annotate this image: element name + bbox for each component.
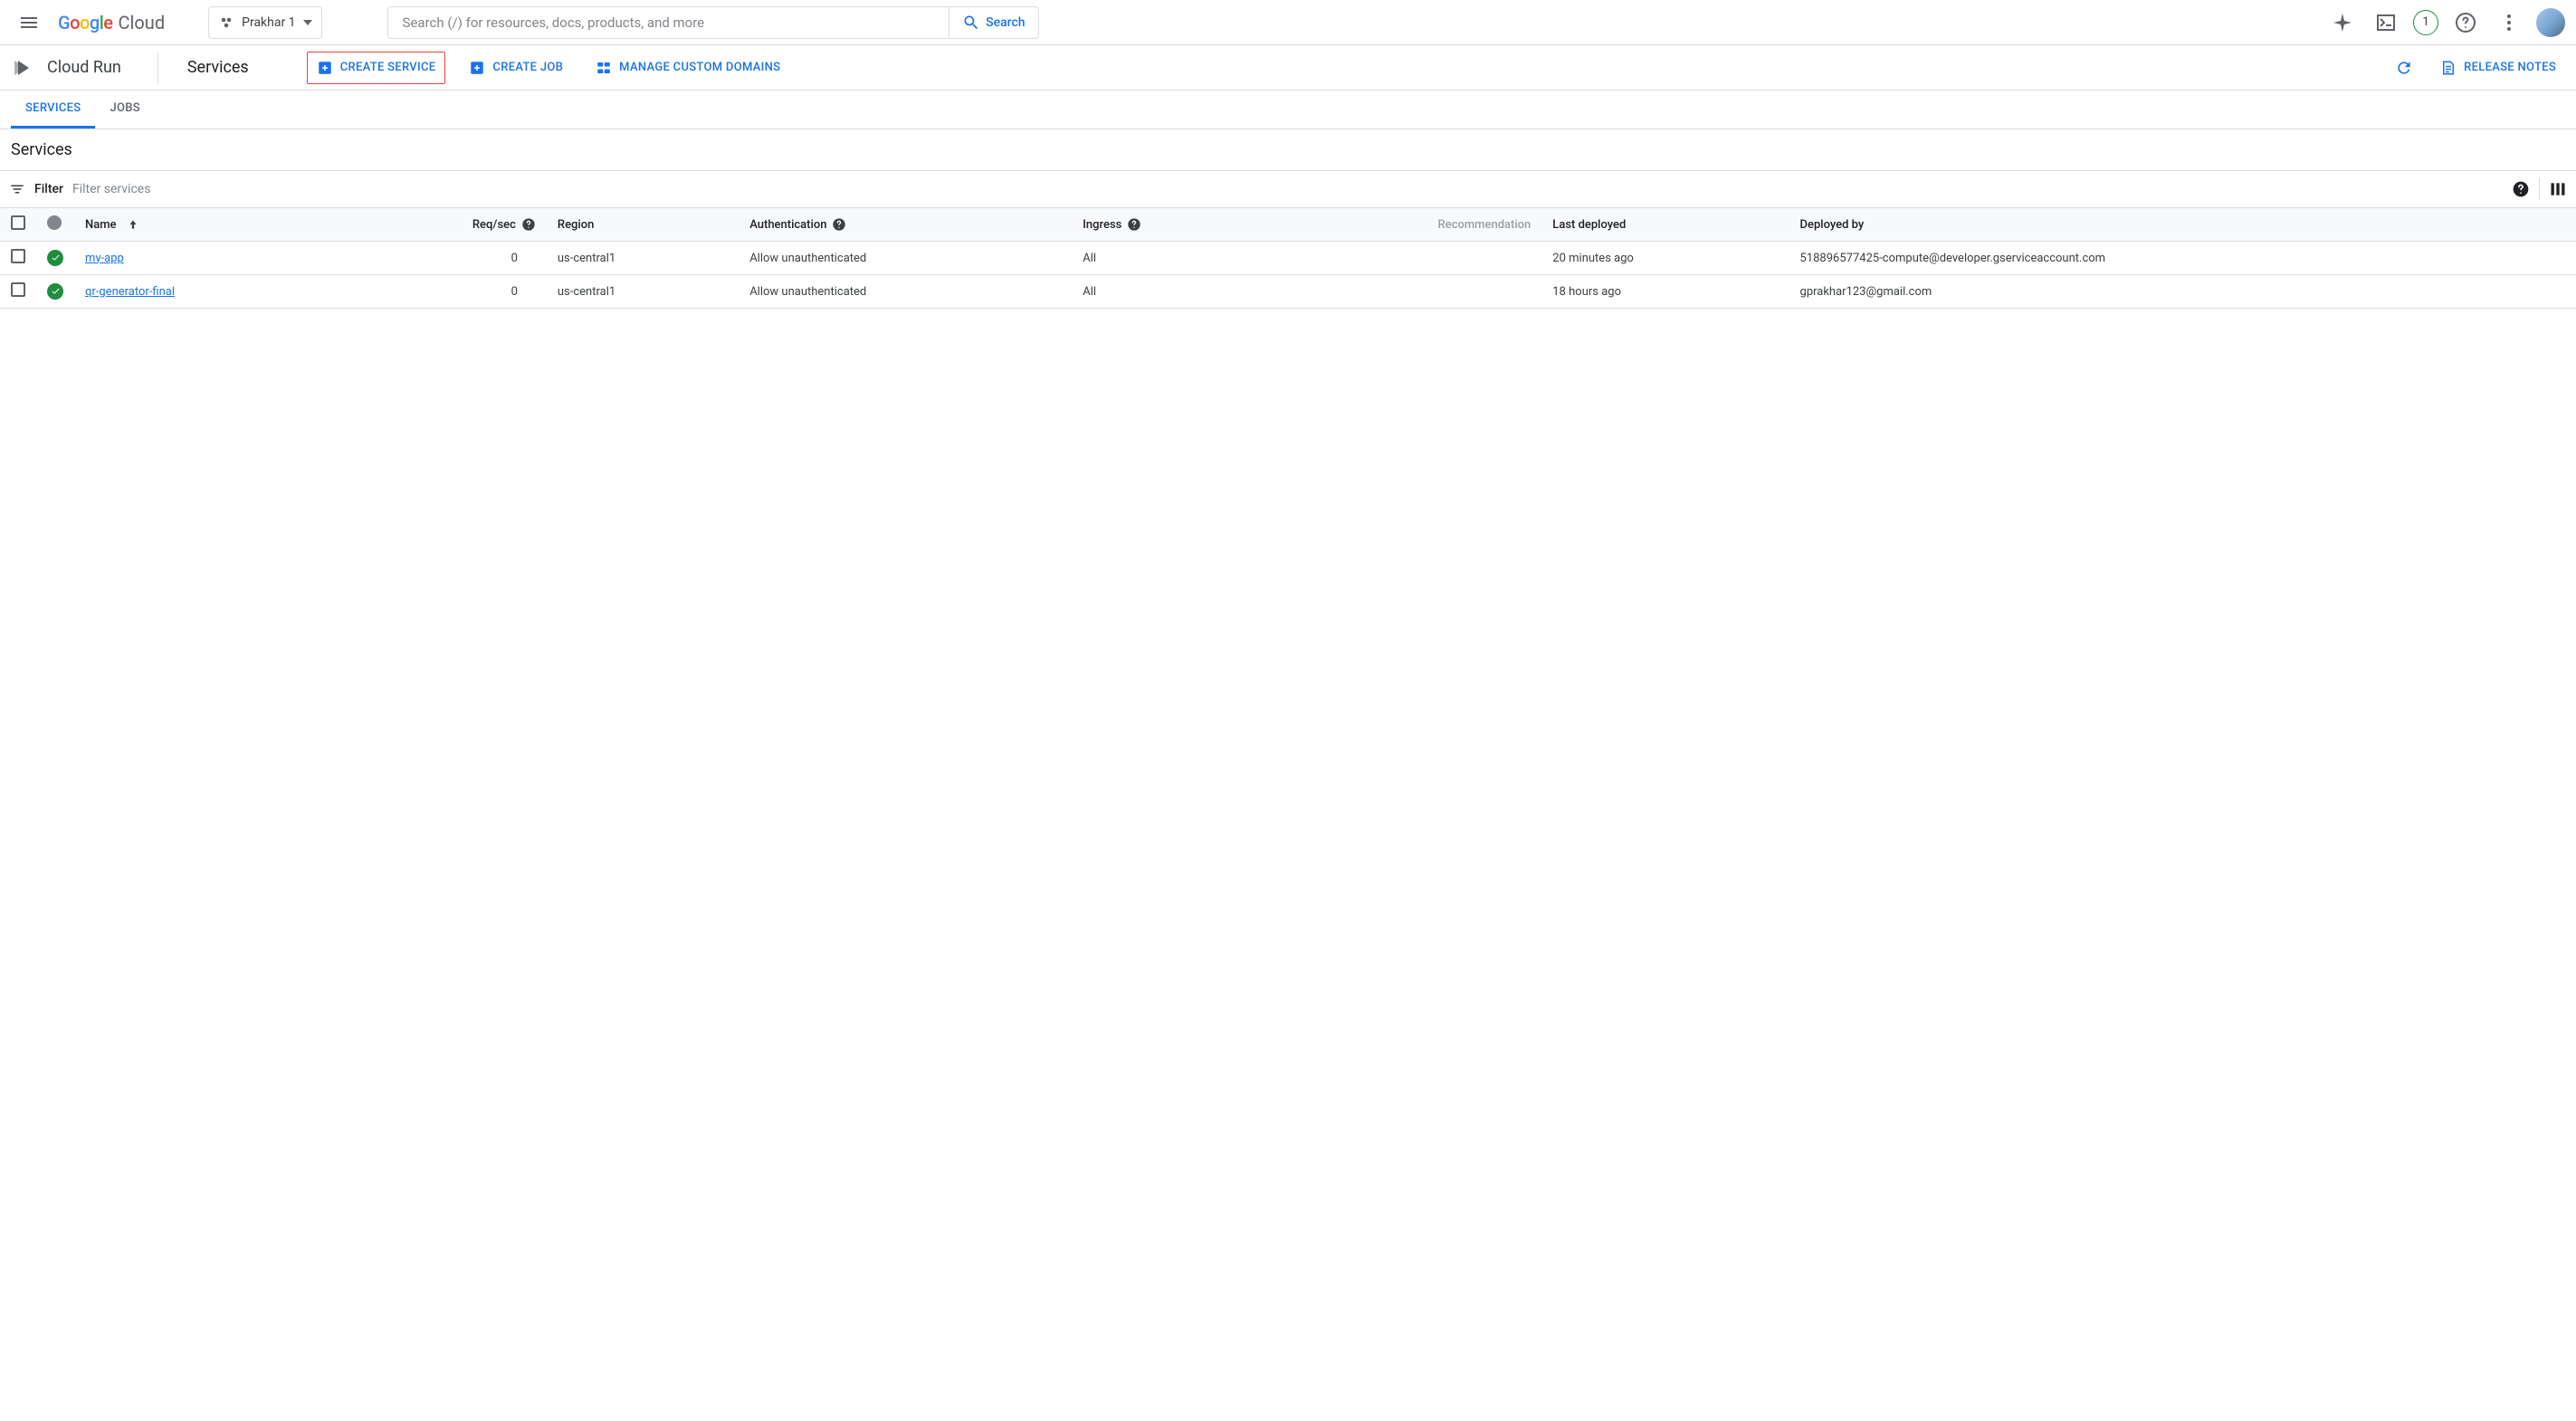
- column-name[interactable]: Name: [74, 208, 342, 242]
- divider: [2539, 178, 2540, 200]
- row-checkbox[interactable]: [11, 249, 25, 263]
- service-name-link[interactable]: qr-generator-final: [85, 285, 175, 299]
- search-input[interactable]: [387, 6, 949, 39]
- filter-input[interactable]: [72, 182, 2503, 196]
- search-container: Search: [387, 6, 1039, 39]
- cell-deployed-by: gprakhar123@gmail.com: [1789, 275, 2576, 309]
- plus-icon: [317, 60, 333, 76]
- cell-auth: Allow unauthenticated: [739, 242, 1072, 275]
- table-row: qr-generator-final 0 us-central1 Allow u…: [0, 275, 2576, 309]
- google-logo-text: Google: [58, 12, 113, 33]
- cell-req-sec: 0: [342, 275, 547, 309]
- search-button-label: Search: [986, 15, 1025, 30]
- search-button[interactable]: Search: [949, 6, 1038, 39]
- cloud-shell-icon[interactable]: [2370, 6, 2402, 39]
- create-job-button[interactable]: CREATE JOB: [460, 52, 572, 83]
- cloud-logo-text: Cloud: [119, 12, 166, 33]
- column-deployed-by[interactable]: Deployed by: [1789, 208, 2576, 242]
- column-req-sec[interactable]: Req/sec: [342, 208, 547, 242]
- status-header: [36, 208, 74, 242]
- more-options-icon[interactable]: [2493, 6, 2525, 39]
- sub-header: Cloud Run Services CREATE SERVICE CREATE…: [0, 45, 2576, 91]
- product-name: Cloud Run: [47, 58, 143, 77]
- gemini-spark-icon[interactable]: [2326, 6, 2359, 39]
- cloud-run-product-icon: [11, 57, 33, 79]
- plus-icon: [469, 60, 485, 76]
- row-checkbox[interactable]: [11, 282, 25, 297]
- filter-bar: Filter: [0, 170, 2576, 208]
- column-auth-label: Authentication: [749, 218, 826, 232]
- badge-count: 1: [2422, 15, 2428, 29]
- notifications-badge[interactable]: 1: [2413, 10, 2438, 35]
- cell-region: us-central1: [547, 275, 739, 309]
- column-name-label: Name: [85, 218, 117, 232]
- project-name-text: Prakhar 1: [242, 15, 295, 30]
- status-header-dot: [47, 215, 62, 230]
- help-icon[interactable]: [832, 217, 846, 232]
- column-auth[interactable]: Authentication: [739, 208, 1072, 242]
- help-icon[interactable]: [2449, 6, 2482, 39]
- cell-recommendation: [1266, 275, 1542, 309]
- manage-domains-button[interactable]: MANAGE CUSTOM DOMAINS: [587, 52, 789, 83]
- manage-domains-label: MANAGE CUSTOM DOMAINS: [619, 61, 780, 74]
- select-all-checkbox[interactable]: [11, 215, 25, 230]
- cell-region: us-central1: [547, 242, 739, 275]
- search-icon: [962, 14, 980, 32]
- services-table: Name Req/sec Region Authentication Ingre…: [0, 208, 2576, 309]
- release-notes-button[interactable]: RELEASE NOTES: [2431, 52, 2565, 83]
- column-ingress-label: Ingress: [1083, 218, 1121, 232]
- help-icon[interactable]: [1127, 217, 1141, 232]
- select-all-header: [0, 208, 36, 242]
- sub-header-right: RELEASE NOTES: [2395, 52, 2565, 83]
- header-right: 1: [2326, 6, 2565, 39]
- hamburger-menu-icon[interactable]: [11, 5, 47, 41]
- filter-label: Filter: [34, 182, 63, 196]
- status-ok-icon: [47, 283, 63, 300]
- project-selector[interactable]: Prakhar 1: [208, 6, 321, 39]
- notes-icon: [2440, 60, 2457, 76]
- column-last-deployed[interactable]: Last deployed: [1541, 208, 1789, 242]
- refresh-icon[interactable]: [2395, 59, 2413, 77]
- cell-req-sec: 0: [342, 242, 547, 275]
- cell-ingress: All: [1072, 275, 1265, 309]
- service-name-link[interactable]: my-app: [85, 252, 124, 265]
- user-avatar[interactable]: [2536, 8, 2565, 37]
- filter-help-icon[interactable]: [2512, 180, 2530, 198]
- create-service-label: CREATE SERVICE: [340, 61, 436, 74]
- column-req-sec-label: Req/sec: [472, 218, 516, 232]
- dropdown-arrow-icon: [303, 18, 312, 27]
- filter-icon: [9, 181, 25, 197]
- create-service-button[interactable]: CREATE SERVICE: [307, 52, 446, 84]
- column-region[interactable]: Region: [547, 208, 739, 242]
- cell-ingress: All: [1072, 242, 1265, 275]
- table-row: my-app 0 us-central1 Allow unauthenticat…: [0, 242, 2576, 275]
- google-cloud-logo[interactable]: Google Cloud: [58, 12, 165, 33]
- page-heading: Services: [0, 129, 2576, 170]
- cell-deployed-by: 518896577425-compute@developer.gservicea…: [1789, 242, 2576, 275]
- status-ok-icon: [47, 250, 63, 266]
- table-header-row: Name Req/sec Region Authentication Ingre…: [0, 208, 2576, 242]
- top-header: Google Cloud Prakhar 1 Search 1: [0, 0, 2576, 45]
- domains-icon: [596, 60, 612, 76]
- cell-last-deployed: 18 hours ago: [1541, 275, 1789, 309]
- column-recommendation[interactable]: Recommendation: [1266, 208, 1542, 242]
- cell-auth: Allow unauthenticated: [739, 275, 1072, 309]
- create-job-label: CREATE JOB: [492, 61, 563, 74]
- cell-recommendation: [1266, 242, 1542, 275]
- columns-icon[interactable]: [2549, 180, 2567, 198]
- divider: [157, 52, 158, 84]
- subheader-page-title: Services: [173, 58, 256, 77]
- cell-last-deployed: 20 minutes ago: [1541, 242, 1789, 275]
- release-notes-label: RELEASE NOTES: [2464, 61, 2556, 74]
- help-icon[interactable]: [521, 217, 536, 232]
- tab-services[interactable]: SERVICES: [11, 91, 95, 129]
- project-icon: [218, 14, 234, 31]
- tab-jobs[interactable]: JOBS: [95, 91, 154, 129]
- sort-ascending-icon: [127, 218, 139, 231]
- column-ingress[interactable]: Ingress: [1072, 208, 1265, 242]
- tab-bar: SERVICES JOBS: [0, 91, 2576, 129]
